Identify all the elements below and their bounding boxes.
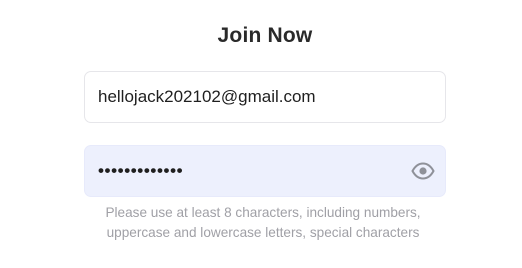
eye-icon-graphic <box>411 162 435 180</box>
page-title: Join Now <box>217 24 313 47</box>
password-field[interactable]: ••••••••••••• <box>84 145 446 197</box>
eye-icon[interactable] <box>411 160 435 182</box>
email-value[interactable]: hellojack202102@gmail.com <box>98 72 316 122</box>
password-hint-line-1: Please use at least 8 characters, includ… <box>105 205 421 220</box>
email-field[interactable]: hellojack202102@gmail.com <box>84 71 446 123</box>
password-hint-line-2: uppercase and lowercase letters, special… <box>106 225 420 240</box>
password-value[interactable]: ••••••••••••• <box>98 146 183 196</box>
password-hint: Please use at least 8 characters, includ… <box>0 203 522 243</box>
